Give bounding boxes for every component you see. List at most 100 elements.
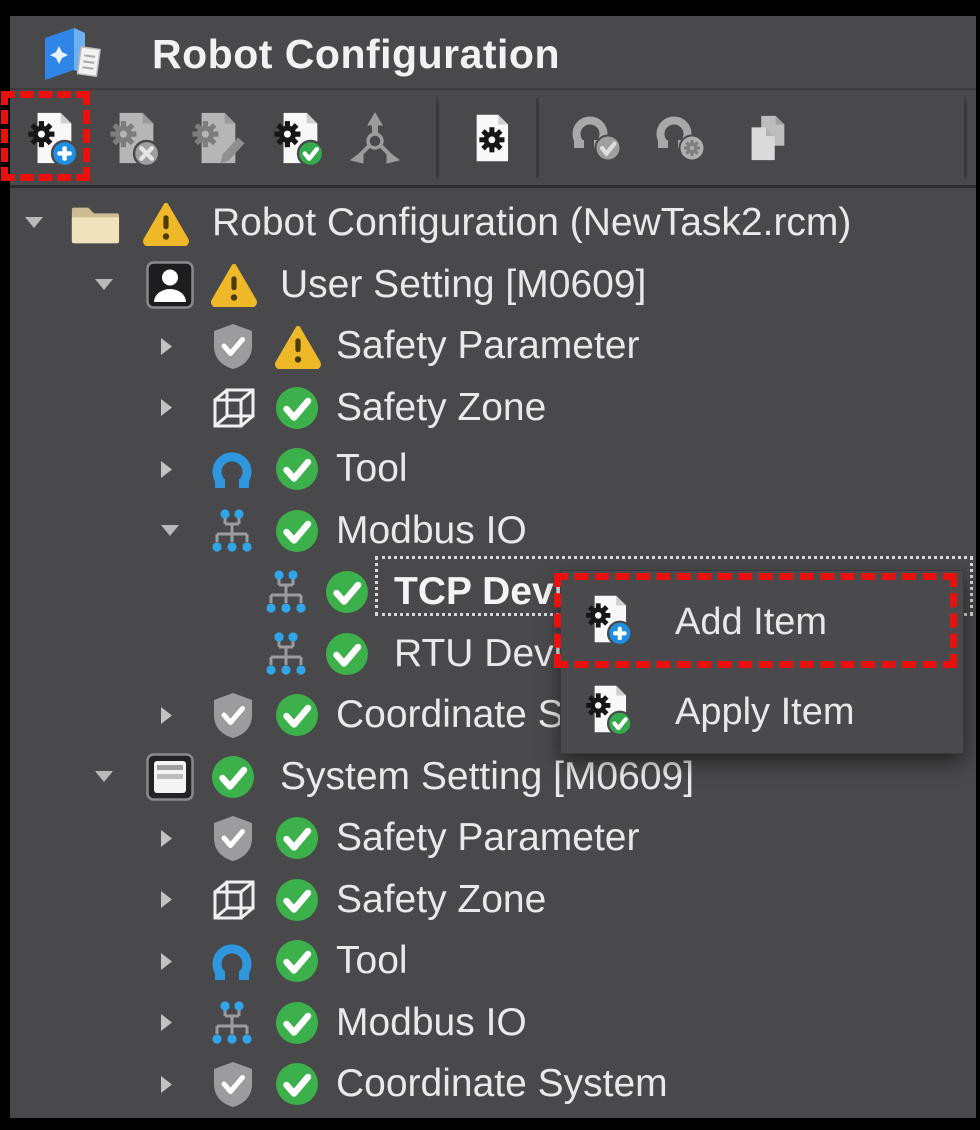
tree-row-label: Tool bbox=[336, 438, 408, 500]
doc-gear-apply-icon bbox=[583, 683, 635, 740]
doc-gear-icon bbox=[465, 110, 517, 166]
ok-icon bbox=[324, 561, 370, 623]
system-icon bbox=[146, 746, 194, 808]
toolbar-copy-item-button[interactable] bbox=[736, 108, 798, 170]
arrow-collapsed-icon bbox=[160, 952, 173, 971]
expand-arrow-collapsed-icon[interactable] bbox=[160, 377, 173, 439]
expand-arrow-collapsed-icon[interactable] bbox=[160, 1053, 173, 1115]
expand-arrow-expanded-icon[interactable] bbox=[94, 746, 114, 808]
expand-arrow-collapsed-icon[interactable] bbox=[160, 684, 173, 746]
ok-icon bbox=[274, 377, 320, 439]
cube-icon bbox=[210, 384, 258, 432]
ok-icon bbox=[274, 692, 320, 738]
expand-arrow-expanded-icon[interactable] bbox=[24, 192, 44, 254]
tree-row-label: Safety Parameter bbox=[336, 315, 639, 377]
arrow-collapsed-icon bbox=[160, 706, 173, 725]
ok-icon bbox=[274, 446, 320, 492]
tree-row-label-cell: Coordinate System bbox=[336, 1053, 668, 1115]
ok-icon bbox=[274, 815, 320, 861]
tree-row-label: Safety Parameter bbox=[336, 807, 639, 869]
toolbar-edit-item-button[interactable] bbox=[186, 108, 248, 170]
robot-axes-icon bbox=[346, 110, 404, 166]
toolbar-tool-apply-button[interactable] bbox=[566, 108, 628, 170]
ok-icon bbox=[274, 1000, 320, 1046]
tree-row-safety-zone[interactable]: Safety Zone bbox=[10, 869, 976, 931]
arrow-collapsed-icon bbox=[160, 829, 173, 848]
tree-row-label-cell: Robot Configuration (NewTask2.rcm) bbox=[212, 192, 851, 254]
toolbar-add-item-button[interactable] bbox=[22, 108, 84, 170]
app-icon bbox=[38, 22, 104, 84]
tree-row-label-cell: Modbus IO bbox=[336, 500, 527, 562]
tree-row-label-cell: Modbus IO bbox=[336, 992, 527, 1054]
expand-arrow-expanded-icon[interactable] bbox=[160, 500, 180, 562]
tree-row-label: Safety Zone bbox=[336, 377, 546, 439]
tree-row-label: Safety Zone bbox=[336, 869, 546, 931]
ok-icon bbox=[210, 754, 256, 800]
ok-icon bbox=[274, 869, 320, 931]
tree-row-safety-parameter[interactable]: Safety Parameter bbox=[10, 807, 976, 869]
folder-icon bbox=[68, 200, 120, 246]
expand-arrow-collapsed-icon[interactable] bbox=[160, 315, 173, 377]
context-menu-item-add-item[interactable]: Add Item bbox=[561, 579, 963, 665]
tree-row-label-cell: Safety Parameter bbox=[336, 807, 639, 869]
gripper-icon bbox=[210, 445, 254, 493]
context-menu-item-label: Add Item bbox=[675, 579, 827, 665]
gripper-icon bbox=[210, 937, 254, 985]
ok-icon bbox=[274, 684, 320, 746]
ok-icon bbox=[274, 1053, 320, 1115]
shield-icon bbox=[210, 814, 256, 862]
ok-icon bbox=[210, 746, 256, 808]
ok-icon bbox=[324, 569, 370, 615]
doc-gear-delete-icon bbox=[107, 110, 163, 166]
cube-icon bbox=[210, 869, 258, 931]
folder-icon bbox=[68, 192, 120, 254]
toolbar-robot-axes-button[interactable] bbox=[344, 108, 406, 170]
tree-row-safety-parameter[interactable]: Safety Parameter bbox=[10, 315, 976, 377]
expand-arrow-collapsed-icon[interactable] bbox=[160, 930, 173, 992]
arrow-expanded-icon bbox=[24, 216, 44, 230]
user-icon bbox=[146, 261, 194, 309]
toolbar-separator bbox=[536, 98, 539, 178]
ok-icon bbox=[324, 623, 370, 685]
expand-arrow-collapsed-icon[interactable] bbox=[160, 992, 173, 1054]
gripper-icon bbox=[210, 438, 254, 500]
tree-row-user-setting-m0609[interactable]: User Setting [M0609] bbox=[10, 254, 976, 316]
tree-row-coordinate-system[interactable]: Coordinate System bbox=[10, 1053, 976, 1115]
expand-arrow-collapsed-icon[interactable] bbox=[160, 807, 173, 869]
arrow-collapsed-icon bbox=[160, 460, 173, 479]
expand-arrow-collapsed-icon[interactable] bbox=[160, 438, 173, 500]
arrow-collapsed-icon bbox=[160, 398, 173, 417]
modbus-icon bbox=[210, 999, 254, 1047]
ok-icon bbox=[274, 438, 320, 500]
expand-arrow-expanded-icon[interactable] bbox=[94, 254, 114, 316]
tree-row-tool[interactable]: Tool bbox=[10, 438, 976, 500]
tree-row-safety-zone[interactable]: Safety Zone bbox=[10, 377, 976, 439]
doc-gear-add-icon bbox=[583, 593, 635, 650]
modbus-icon bbox=[264, 568, 308, 616]
tree-row-modbus-io[interactable]: Modbus IO bbox=[10, 992, 976, 1054]
toolbar-tool-setting-button[interactable] bbox=[650, 108, 712, 170]
ok-icon bbox=[324, 631, 370, 677]
doc-gear-edit-icon bbox=[189, 110, 245, 166]
tree-row-tool[interactable]: Tool bbox=[10, 930, 976, 992]
tree-row-label: Robot Configuration (NewTask2.rcm) bbox=[212, 192, 851, 254]
modbus-icon bbox=[210, 992, 254, 1054]
arrow-expanded-icon bbox=[160, 524, 180, 538]
arrow-collapsed-icon bbox=[160, 337, 173, 356]
warning-icon bbox=[142, 201, 190, 246]
tree-row-modbus-io[interactable]: Modbus IO bbox=[10, 500, 976, 562]
ok-icon bbox=[274, 385, 320, 431]
toolbar-delete-item-button[interactable] bbox=[104, 108, 166, 170]
toolbar-apply-item-button[interactable] bbox=[268, 108, 330, 170]
tree-row-label: User Setting [M0609] bbox=[280, 254, 646, 316]
ok-icon bbox=[274, 877, 320, 923]
cube-icon bbox=[210, 377, 258, 439]
arrow-expanded-icon bbox=[94, 770, 114, 784]
tree-row-robot-configuration-newtask2-rcm[interactable]: Robot Configuration (NewTask2.rcm) bbox=[10, 192, 976, 254]
arrow-expanded-icon bbox=[94, 278, 114, 292]
context-menu-item-apply-item[interactable]: Apply Item bbox=[561, 669, 963, 755]
tree-row-label: Tool bbox=[336, 930, 408, 992]
shield-icon bbox=[210, 691, 256, 739]
expand-arrow-collapsed-icon[interactable] bbox=[160, 869, 173, 931]
toolbar-config-doc-button[interactable] bbox=[460, 108, 522, 170]
